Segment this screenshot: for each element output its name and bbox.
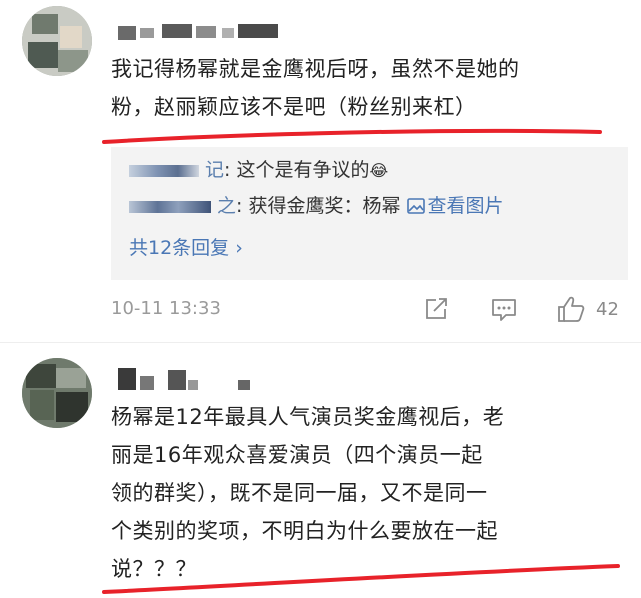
reply-item[interactable]: 之: 获得金鹰奖：杨幂 查看图片 — [111, 193, 504, 219]
reply-text: : 这个是有争议的 — [224, 159, 370, 181]
reply-box[interactable]: 记: 这个是有争议的😂 之: 获得金鹰奖：杨幂 查看图片 共12条回复 › — [111, 147, 628, 280]
share-button[interactable] — [424, 297, 450, 325]
divider — [0, 342, 641, 343]
reply-username-blurred — [129, 200, 211, 213]
like-button[interactable] — [556, 295, 586, 327]
all-replies-link[interactable]: 共12条回复 › — [129, 233, 243, 260]
thumbs-up-icon — [558, 296, 585, 322]
reply-text: : 获得金鹰奖：杨幂 — [236, 195, 407, 217]
avatar[interactable] — [22, 6, 92, 76]
reply-username: 之 — [217, 195, 237, 217]
comment-icon — [492, 299, 516, 321]
view-image-link[interactable]: 查看图片 — [406, 195, 504, 217]
reply-username-blurred — [129, 164, 199, 177]
reply-item[interactable]: 记: 这个是有争议的😂 — [111, 157, 388, 184]
username-blurred[interactable] — [118, 22, 278, 42]
view-image-label: 查看图片 — [427, 195, 504, 217]
image-icon — [406, 198, 425, 214]
username-blurred[interactable] — [118, 368, 258, 392]
laughing-emoji-icon: 😂 — [369, 161, 389, 180]
comment-text: 我记得杨幂就是金鹰视后呀，虽然不是她的 粉，赵丽颖应该不是吧（粉丝别来杠） — [111, 57, 520, 119]
avatar[interactable] — [22, 358, 92, 428]
share-icon — [426, 298, 447, 319]
reply-username: 记 — [205, 159, 225, 181]
comment-button[interactable] — [490, 297, 518, 327]
like-count: 42 — [596, 299, 619, 320]
timestamp: 10-11 13:33 — [111, 298, 221, 319]
comment-text: 杨幂是12年最具人气演员奖金鹰视后，老 丽是16年观众喜爱演员（四个演员一起 领… — [111, 405, 505, 581]
